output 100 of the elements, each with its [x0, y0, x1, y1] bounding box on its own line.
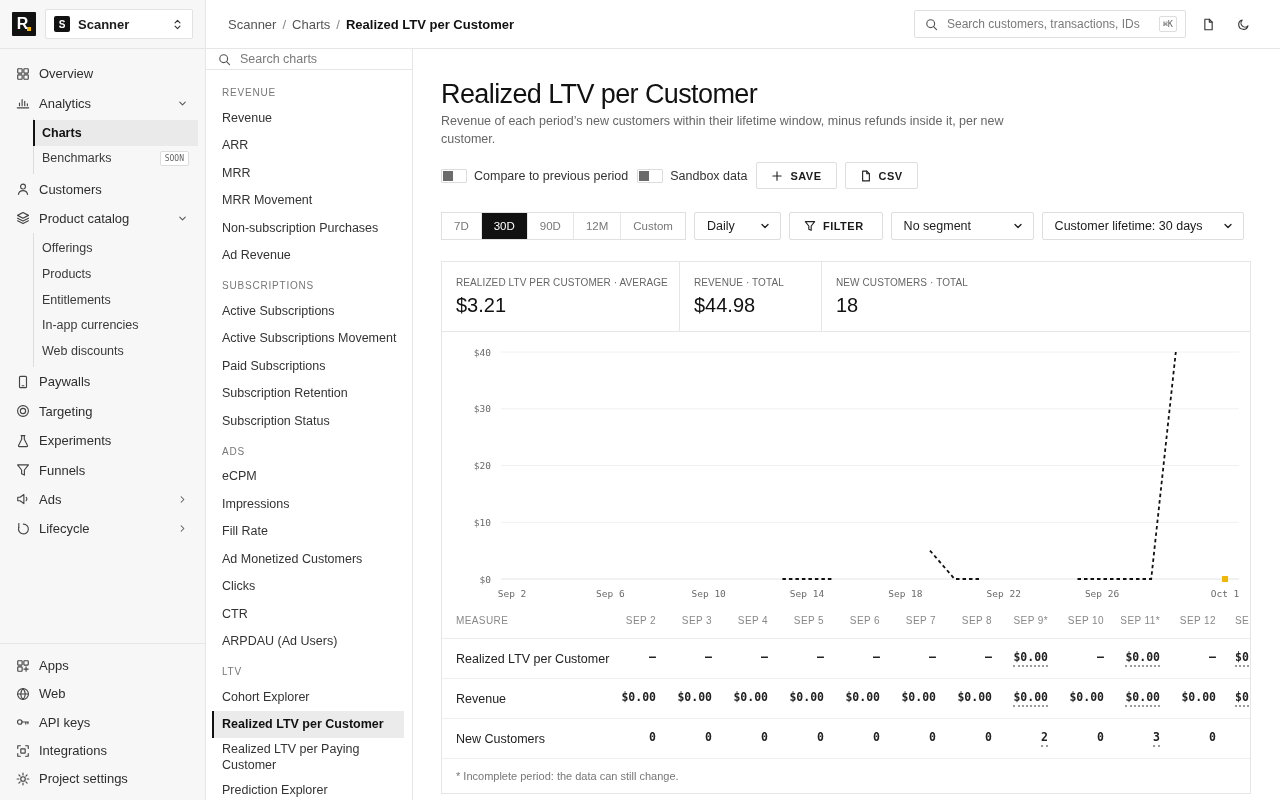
table-cell-text: – — [817, 650, 824, 666]
table-cell-text: $0.00 — [789, 690, 824, 706]
table-cell-text: – — [873, 650, 880, 666]
nav-item[interactable]: Lifecycle — [0, 514, 205, 544]
globe-icon — [16, 686, 30, 701]
chart-list-item[interactable]: Revenue — [212, 104, 404, 132]
column-header: SEP 11* — [1119, 614, 1161, 626]
search-icon — [218, 53, 231, 66]
chart-list-item[interactable]: Impressions — [212, 490, 404, 518]
docs-button[interactable] — [1202, 17, 1215, 31]
grid-icon — [16, 66, 30, 81]
toggle-switch[interactable] — [441, 168, 467, 183]
chart-list-item[interactable]: eCPM — [212, 462, 404, 490]
toggle-label: Sandbox data — [670, 168, 748, 183]
table-cell-text: 0 — [649, 730, 656, 746]
chart-list-item[interactable]: Prediction Explorer — [212, 776, 404, 800]
nav-item[interactable]: Analytics — [0, 88, 205, 118]
table-cell: $0.00 — [1013, 650, 1048, 667]
project-switcher[interactable]: S Scanner — [45, 9, 193, 39]
section-heading: SUBSCRIPTIONS — [221, 279, 316, 293]
table-cell-text: $0.00 — [1069, 690, 1104, 706]
nav-subitem[interactable]: In-app currencies — [34, 312, 198, 339]
chart-list-item[interactable]: Clicks — [212, 572, 404, 600]
column-header: MEASURE — [455, 614, 510, 626]
interval-select[interactable]: Daily — [693, 212, 781, 240]
nav-item[interactable]: Targeting — [0, 396, 205, 426]
nav-item[interactable]: Project settings — [0, 764, 205, 793]
circle-arc-icon — [16, 521, 30, 536]
table-cell-text: $0.00 — [621, 690, 656, 706]
chart-list-item[interactable]: CTR — [212, 600, 404, 628]
csv-button[interactable]: CSV — [844, 162, 918, 189]
app-logo[interactable]: R — [12, 12, 36, 36]
column-header: SEP 10 — [1066, 614, 1105, 626]
chart-list-item[interactable]: Subscription Status — [212, 407, 404, 435]
table-footnote: * Incomplete period: the data can still change. — [455, 769, 680, 784]
filter-button[interactable]: FILTER — [788, 212, 883, 240]
column-header: SEP 2 — [624, 614, 657, 626]
file-icon — [859, 169, 872, 182]
chart-list-item[interactable]: Paid Subscriptions — [212, 352, 404, 380]
row-label: New Customers — [455, 731, 546, 746]
chart-list-item[interactable]: Subscription Retention — [212, 379, 404, 407]
chart-list-item[interactable]: Fill Rate — [212, 517, 404, 545]
nav-subitem[interactable]: Benchmarks SOON — [34, 145, 198, 172]
chart-list-item[interactable]: Realized LTV per Customer — [212, 710, 404, 738]
nav-item[interactable]: Web — [0, 679, 205, 709]
layers-icon — [16, 211, 30, 226]
table-cell-text: 0 — [705, 730, 712, 746]
row-label: Revenue — [455, 691, 508, 706]
nav-item[interactable]: Integrations — [0, 736, 205, 765]
y-axis-label: $30 — [473, 403, 491, 415]
lifetime-select[interactable]: Customer lifetime: 30 days — [1041, 212, 1244, 240]
column-header: SE — [1234, 614, 1251, 626]
chart-list-item[interactable]: MRR — [212, 159, 404, 187]
flask-icon — [16, 433, 30, 448]
save-button[interactable]: SAVE — [756, 162, 837, 189]
chart-list-item[interactable]: ARPDAU (Ad Users) — [212, 627, 404, 655]
nav-item[interactable]: Paywalls — [0, 367, 205, 397]
toggle-switch[interactable] — [637, 168, 664, 183]
chart-list-item[interactable]: Cohort Explorer — [212, 683, 404, 711]
nav-item[interactable]: Product catalog — [0, 203, 205, 234]
nav-item[interactable]: Overview — [0, 59, 205, 89]
table-cell-text: 0 — [761, 730, 768, 746]
moon-icon — [1237, 17, 1250, 31]
chart-list-item[interactable]: Realized LTV per Paying Customer — [212, 738, 404, 776]
nav-subitem[interactable]: Offerings — [34, 235, 198, 261]
chart-list-item[interactable]: Non-subscription Purchases — [212, 214, 404, 242]
table-cell-text: – — [985, 650, 992, 666]
nav-item[interactable]: Ads — [0, 484, 205, 515]
nav-subitem[interactable]: Charts — [33, 119, 198, 146]
breadcrumb-link[interactable]: Charts — [292, 16, 331, 32]
nav-subitem[interactable]: Products — [34, 260, 198, 287]
nav-subitem[interactable]: Web discounts — [34, 338, 198, 365]
nav-item[interactable]: Funnels — [0, 455, 205, 485]
nav-item[interactable]: Apps — [0, 651, 205, 680]
table-cell-text: 0 — [817, 730, 824, 746]
range-tab[interactable]: 30D — [481, 213, 528, 239]
nav-item[interactable]: Customers — [0, 174, 205, 204]
stat-value: $3.21 — [456, 294, 508, 317]
chart-list-item[interactable]: Ad Revenue — [212, 241, 404, 269]
chart-list-item[interactable]: Active Subscriptions Movement — [212, 324, 404, 352]
section-heading: LTV — [221, 665, 243, 679]
funnel-icon — [803, 220, 816, 232]
chart-list-item[interactable]: MRR Movement — [212, 186, 404, 214]
nav-item[interactable]: Experiments — [0, 425, 205, 456]
table-cell: $0 — [1235, 690, 1249, 707]
x-axis-label: Oct 1 — [1210, 588, 1240, 599]
stat-value: $44.98 — [694, 294, 757, 317]
y-axis-label: $20 — [473, 460, 491, 471]
chart-list-item[interactable]: Active Subscriptions — [212, 297, 404, 325]
nav-item[interactable]: API keys — [0, 708, 205, 737]
y-axis-label: $0 — [479, 573, 491, 585]
speaker-icon — [16, 492, 30, 507]
chart-list-item[interactable]: Ad Monetized Customers — [212, 545, 404, 573]
table-cell-text: $0.00 — [901, 690, 936, 706]
nav-subitem[interactable]: Entitlements — [34, 286, 198, 313]
chart-list-item[interactable]: ARR — [212, 131, 404, 159]
segment-select[interactable]: No segment — [890, 212, 1034, 240]
breadcrumb-link[interactable]: Scanner — [228, 16, 277, 32]
theme-button[interactable] — [1237, 17, 1250, 31]
scan-frame-icon — [16, 743, 30, 758]
